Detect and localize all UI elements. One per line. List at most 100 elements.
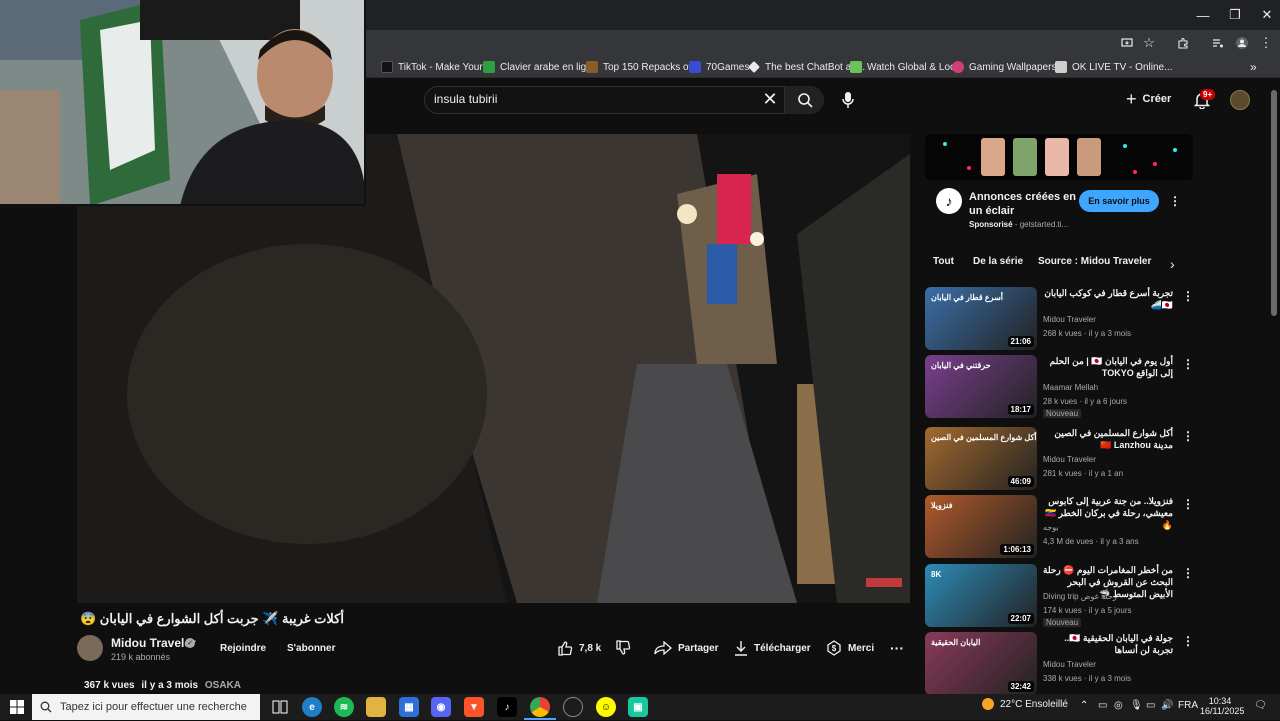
weather-widget[interactable]: 22°C Ensoleillé bbox=[982, 698, 1068, 710]
chrome-icon[interactable] bbox=[524, 697, 556, 720]
bookmark-item[interactable]: Watch Global & Loc... bbox=[850, 57, 963, 77]
account-avatar[interactable] bbox=[1230, 90, 1250, 110]
store-icon[interactable]: ▦ bbox=[399, 697, 419, 717]
extensions-icon[interactable] bbox=[1173, 34, 1193, 52]
voice-search-button[interactable] bbox=[836, 88, 860, 112]
related-thumbnail[interactable]: 8K 22:07 bbox=[925, 564, 1037, 627]
edge-icon[interactable]: e bbox=[302, 697, 322, 717]
profile-icon[interactable] bbox=[1232, 34, 1252, 52]
tray-chevron-icon[interactable]: ⌃ bbox=[1080, 700, 1088, 711]
install-icon[interactable] bbox=[1117, 34, 1137, 52]
search-input[interactable]: insula tubirii bbox=[434, 92, 497, 106]
join-button[interactable]: Rejoindre bbox=[220, 637, 266, 659]
thanks-label: Merci bbox=[848, 642, 875, 654]
tray-app-icon[interactable]: ▭ bbox=[1098, 700, 1107, 711]
bookmark-item[interactable]: Top 150 Repacks of... bbox=[586, 57, 700, 77]
clock[interactable]: 10:34 16/11/2025 bbox=[1200, 696, 1244, 716]
related-channel[interactable]: Midou Traveler bbox=[1043, 314, 1096, 326]
tray-app2-icon[interactable]: ◎ bbox=[1114, 700, 1123, 711]
search-button[interactable] bbox=[784, 86, 824, 114]
dislike-button[interactable] bbox=[615, 637, 631, 659]
share-button[interactable]: Partager bbox=[654, 637, 719, 659]
notification-center-icon[interactable]: 🗨 bbox=[1254, 700, 1267, 711]
ad-menu-icon[interactable]: ⋮ bbox=[1168, 193, 1182, 209]
ad-title[interactable]: Annonces créées en un éclair bbox=[969, 190, 1079, 218]
page-scrollbar[interactable] bbox=[1271, 90, 1277, 316]
related-title[interactable]: أول يوم في اليابان 🇯🇵 | من الحلم إلى الو… bbox=[1043, 355, 1173, 379]
file-explorer-icon[interactable] bbox=[366, 697, 386, 717]
chip-all[interactable]: Tout bbox=[933, 256, 954, 270]
bookmark-star-icon[interactable]: ☆ bbox=[1139, 34, 1159, 52]
bookmark-item[interactable]: TikTok - Make Your... bbox=[381, 57, 490, 77]
tiktok-logo-icon: ♪ bbox=[936, 188, 962, 214]
bookmark-item[interactable]: The best ChatBot an... bbox=[748, 57, 865, 77]
volume-icon[interactable]: 🔊 bbox=[1161, 700, 1173, 711]
related-channel[interactable]: Midou Traveler bbox=[1043, 659, 1096, 671]
create-button[interactable]: + Créer bbox=[1126, 88, 1171, 110]
chrome-menu-icon[interactable]: ⋮ bbox=[1256, 34, 1276, 52]
android-emulator-icon[interactable]: ▣ bbox=[628, 697, 648, 717]
related-title[interactable]: أكل شوارع المسلمين في الصين مدينة 🇨🇳 Lan… bbox=[1043, 427, 1173, 451]
spotify-icon[interactable]: ≋ bbox=[334, 697, 354, 717]
related-menu-icon[interactable]: ⋮ bbox=[1181, 633, 1195, 649]
download-label: Télécharger bbox=[754, 642, 811, 654]
related-thumbnail[interactable]: اليابان الحقيقية 32:42 bbox=[925, 632, 1037, 695]
channel-avatar[interactable] bbox=[77, 635, 103, 661]
thanks-button[interactable]: $ Merci bbox=[826, 637, 874, 659]
language-indicator[interactable]: FRA bbox=[1178, 700, 1198, 711]
bookmark-label: Top 150 Repacks of... bbox=[603, 61, 700, 73]
chip-source[interactable]: Source : Midou Traveler bbox=[1038, 256, 1151, 270]
github-desktop-icon[interactable] bbox=[563, 697, 583, 717]
like-button[interactable]: 7,8 k bbox=[557, 637, 601, 659]
video-tag[interactable]: OSAKA bbox=[205, 680, 241, 691]
media-control-icon[interactable] bbox=[1208, 34, 1228, 52]
clear-search-icon[interactable]: ✕ bbox=[760, 89, 780, 109]
chip-series[interactable]: De la série bbox=[973, 256, 1023, 270]
windows-start-button[interactable] bbox=[8, 698, 26, 716]
discord-icon[interactable]: ◉ bbox=[431, 697, 451, 717]
related-thumbnail[interactable]: حرقتني في اليابان 18:17 bbox=[925, 355, 1037, 418]
brave-icon[interactable]: ▼ bbox=[464, 697, 484, 717]
related-channel[interactable]: Maamar Mellah bbox=[1043, 382, 1098, 394]
subscribe-button[interactable]: S'abonner bbox=[287, 637, 336, 659]
video-duration: 1:06:13 bbox=[1000, 544, 1034, 555]
related-thumbnail[interactable]: فنزويلا 1:06:13 bbox=[925, 495, 1037, 558]
ad-banner[interactable] bbox=[925, 134, 1193, 180]
tiktok-icon[interactable]: ♪ bbox=[497, 697, 517, 717]
video-duration: 22:07 bbox=[1007, 613, 1034, 624]
related-menu-icon[interactable]: ⋮ bbox=[1181, 428, 1195, 444]
close-window-button[interactable]: ✕ bbox=[1244, 0, 1280, 30]
related-channel[interactable]: بوجه bbox=[1043, 522, 1059, 534]
related-meta: 28 k vues · il y a 6 jours bbox=[1043, 397, 1128, 406]
ad-learn-more-button[interactable]: En savoir plus bbox=[1079, 190, 1159, 212]
chevron-right-icon[interactable]: › bbox=[1170, 256, 1184, 272]
related-thumbnail[interactable]: أسرع قطار في اليابان 21:06 bbox=[925, 287, 1037, 350]
network-icon[interactable]: ▭ bbox=[1146, 700, 1155, 711]
related-channel[interactable]: Midou Traveler bbox=[1043, 454, 1096, 466]
more-actions-icon[interactable]: ··· bbox=[890, 637, 904, 659]
windows-logo-icon bbox=[10, 700, 24, 714]
bookmark-item[interactable]: 70Games bbox=[689, 57, 749, 77]
games-icon bbox=[689, 61, 701, 73]
download-button[interactable]: Télécharger bbox=[734, 637, 811, 659]
related-meta: 4,3 M de vues · il y a 3 ans bbox=[1043, 537, 1139, 546]
task-view-icon[interactable] bbox=[270, 697, 290, 717]
related-menu-icon[interactable]: ⋮ bbox=[1181, 288, 1195, 304]
related-menu-icon[interactable]: ⋮ bbox=[1181, 496, 1195, 512]
related-title[interactable]: تجربة أسرع قطار في كوكب اليابان 🇯🇵🚄 bbox=[1043, 287, 1173, 311]
bookmark-item[interactable]: OK LIVE TV - Online... bbox=[1055, 57, 1172, 77]
related-menu-icon[interactable]: ⋮ bbox=[1181, 565, 1195, 581]
snapchat-icon[interactable]: ☺ bbox=[596, 697, 616, 717]
bookmark-item[interactable]: Clavier arabe en lig... bbox=[483, 57, 595, 77]
bookmark-item[interactable]: Gaming Wallpapers... bbox=[952, 57, 1065, 77]
thumbnail-caption: اليابان الحقيقية bbox=[931, 638, 981, 647]
related-thumbnail[interactable]: أكل شوارع المسلمين في الصين 46:09 bbox=[925, 427, 1037, 490]
taskbar-search[interactable]: Tapez ici pour effectuer une recherche bbox=[32, 694, 260, 720]
related-title[interactable]: جولة في اليابان الحقيقية 🇯🇵.. تجربة لن أ… bbox=[1043, 632, 1173, 656]
related-channel[interactable]: Diving trip رحلة غوص bbox=[1043, 591, 1117, 603]
microphone-icon[interactable]: 🎙 bbox=[1130, 700, 1143, 711]
bookmarks-overflow-icon[interactable]: » bbox=[1250, 57, 1257, 77]
related-title[interactable]: فنزويلا.. من جنة عربية إلى كابوس معيشي، … bbox=[1043, 495, 1173, 531]
related-menu-icon[interactable]: ⋮ bbox=[1181, 356, 1195, 372]
channel-name[interactable]: Midou Traveler bbox=[111, 636, 196, 650]
